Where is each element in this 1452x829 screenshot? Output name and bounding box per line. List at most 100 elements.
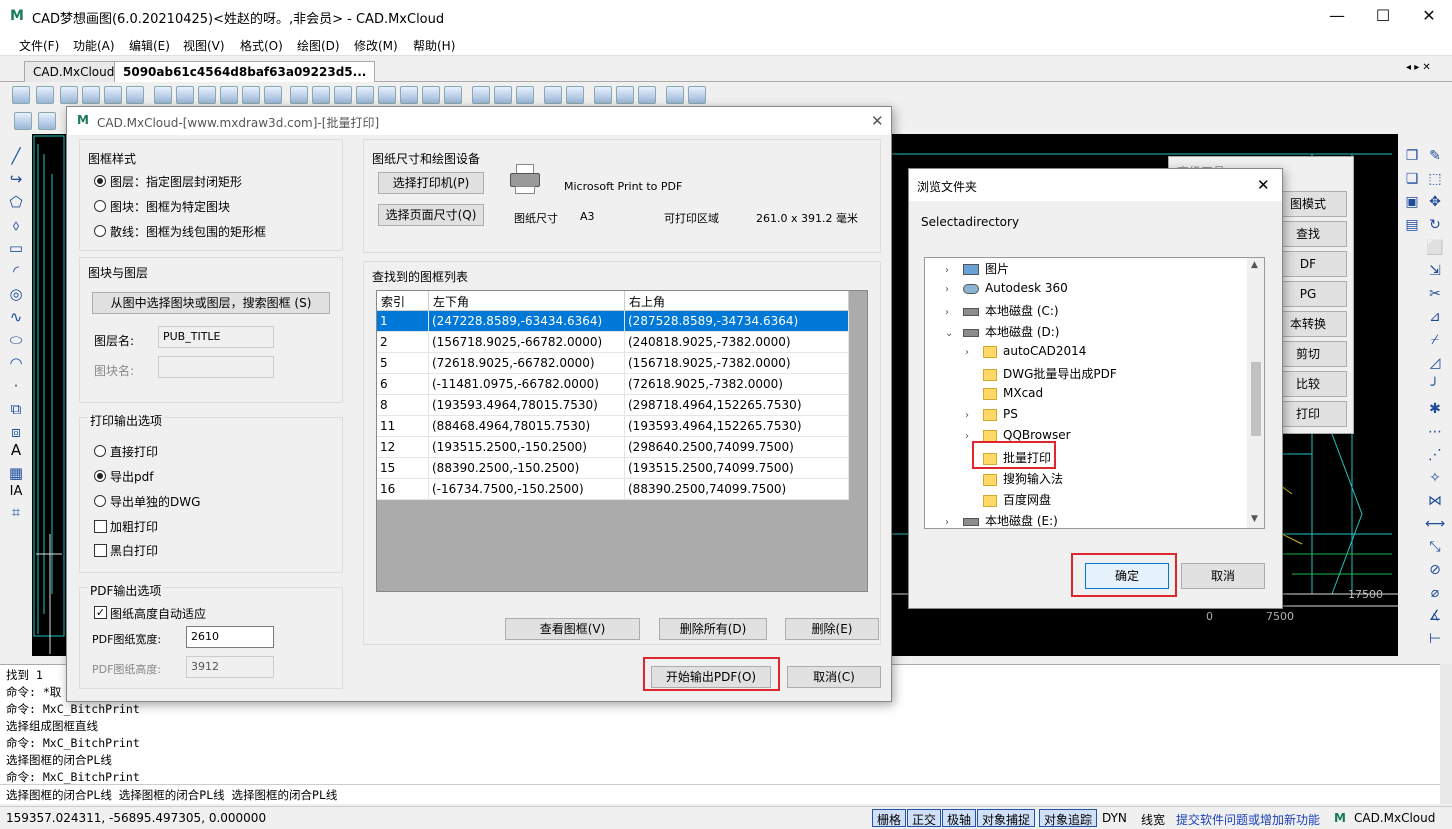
auto-height-checkbox[interactable]: ✓ — [94, 606, 107, 619]
radio-lines[interactable] — [94, 225, 106, 237]
earth-icon[interactable] — [638, 86, 656, 104]
grid-toggle[interactable]: 栅格 — [872, 809, 907, 827]
table-row[interactable]: 12 (193515.2500,-150.2500) (298640.2500,74… — [377, 437, 849, 458]
otrack-toggle[interactable]: 对象追踪 — [1039, 809, 1098, 827]
match-icon[interactable] — [516, 86, 534, 104]
expand-icon[interactable]: › — [945, 265, 957, 276]
layer-name-field[interactable]: PUB_TITLE — [158, 326, 274, 348]
chamfer-icon[interactable]: ◿ — [1425, 353, 1445, 373]
move-icon[interactable]: ✥ — [1425, 192, 1445, 212]
pdf-width-field[interactable]: 2610 — [186, 626, 274, 648]
layer-icon[interactable] — [422, 86, 440, 104]
orbit-icon[interactable] — [334, 86, 352, 104]
delete-button[interactable]: 删除(E) — [785, 618, 879, 640]
copy-icon[interactable]: ❐ — [1402, 146, 1422, 166]
radio-direct-print[interactable] — [94, 445, 106, 457]
expand-icon[interactable]: › — [945, 307, 957, 318]
dialog-close-icon[interactable]: ✕ — [871, 112, 884, 130]
table-row[interactable]: 1 (247228.8589,-63434.6364) (287528.8589,-… — [377, 311, 849, 332]
layer-copy-icon[interactable]: ▤ — [1402, 215, 1422, 235]
zoom-out-icon[interactable] — [198, 86, 216, 104]
layer-state-icon[interactable] — [38, 112, 56, 130]
array-icon[interactable]: ▣ — [1402, 192, 1422, 212]
dim-linear-icon[interactable]: ⟷ — [1425, 514, 1445, 534]
expand-icon[interactable]: › — [965, 410, 977, 421]
tree-node[interactable]: DWG批量导出成PDF — [965, 365, 1117, 385]
open-file-icon[interactable] — [36, 86, 54, 104]
cancel-button[interactable]: 取消(C) — [787, 666, 881, 688]
stretch-icon[interactable]: ⇲ — [1425, 261, 1445, 281]
scroll-up-icon[interactable]: ▲ — [1251, 260, 1258, 270]
table-row[interactable]: 5 (72618.9025,-66782.0000) (156718.9025,-7… — [377, 353, 849, 374]
menu-edit[interactable]: 编辑(E) — [129, 37, 170, 54]
export-image-icon[interactable] — [472, 86, 490, 104]
radio-layer[interactable] — [94, 175, 106, 187]
pick-frame-button[interactable]: 从图中选择图块或图层，搜索图框 (S) — [92, 292, 330, 314]
spline-icon[interactable]: ∿ — [6, 307, 26, 327]
table-row[interactable]: 2 (156718.9025,-66782.0000) (240818.9025,-… — [377, 332, 849, 353]
cancel-folder-button[interactable]: 取消 — [1181, 563, 1265, 589]
image-icon[interactable] — [688, 86, 706, 104]
brush-icon[interactable]: ✎ — [1425, 146, 1445, 166]
select-printer-button[interactable]: 选择打印机(P) — [378, 172, 484, 194]
radio-block[interactable] — [94, 200, 106, 212]
collapse-icon[interactable]: ⌄ — [945, 328, 957, 339]
make-block-icon[interactable]: ⧈ — [6, 422, 26, 442]
table-icon[interactable]: ▦ — [6, 463, 26, 483]
extend-icon[interactable]: ⊿ — [1425, 307, 1445, 327]
tree-scrollbar[interactable]: ▲ ▼ — [1247, 258, 1264, 528]
properties-icon[interactable] — [494, 86, 512, 104]
column-header[interactable]: 右上角 — [625, 291, 849, 311]
table-row[interactable]: 8 (193593.4964,78015.7530) (298718.4964,15… — [377, 395, 849, 416]
explode-block-icon[interactable]: ✧ — [1425, 468, 1445, 488]
arc-icon[interactable]: ◜ — [6, 261, 26, 281]
table-row[interactable]: 6 (-11481.0975,-66782.0000) (72618.9025,-7… — [377, 374, 849, 395]
scroll-down-icon[interactable]: ▼ — [1251, 514, 1258, 524]
layers-icon[interactable] — [14, 112, 32, 130]
menu-help[interactable]: 帮助(H) — [413, 37, 455, 54]
zoom-realtime-icon[interactable] — [264, 86, 282, 104]
save-icon[interactable] — [82, 86, 100, 104]
pdf-icon[interactable] — [666, 86, 684, 104]
join-icon[interactable]: ⋈ — [1425, 491, 1445, 511]
tree-node[interactable]: › 本地磁盘 (E:) — [945, 512, 1058, 528]
frame-list-table[interactable]: 索引 左下角 右上角 1 (247228.8589,-63434.6364) (28… — [376, 290, 868, 592]
select-page-size-button[interactable]: 选择页面尺寸(Q) — [378, 204, 484, 226]
save-all-icon[interactable] — [104, 86, 122, 104]
explode-icon[interactable]: ✱ — [1425, 399, 1445, 419]
paint-icon[interactable] — [444, 86, 462, 104]
tree-node[interactable]: › PS — [965, 407, 1018, 427]
zoom-in-icon[interactable] — [176, 86, 194, 104]
expand-icon[interactable]: › — [945, 517, 957, 528]
polygon-icon[interactable]: ⬠ — [6, 192, 26, 212]
open-folder-icon[interactable] — [60, 86, 78, 104]
column-header[interactable]: 左下角 — [429, 291, 625, 311]
delete-all-button[interactable]: 删除所有(D) — [659, 618, 767, 640]
shape-icon[interactable]: ⬨ — [6, 215, 26, 235]
block-name-field[interactable] — [158, 356, 274, 378]
toolpalette-icon[interactable] — [594, 86, 612, 104]
zoom-previous-icon[interactable] — [290, 86, 308, 104]
radio-export-pdf[interactable] — [94, 470, 106, 482]
tree-node[interactable]: 百度网盘 — [965, 491, 1051, 511]
print-preview-icon[interactable] — [126, 86, 144, 104]
column-header[interactable]: 索引 — [377, 291, 429, 311]
bold-print-checkbox[interactable] — [94, 520, 107, 533]
folder-tree[interactable]: › 图片 › Autodesk 360 › 本地磁盘 (C:) ⌄ 本地磁盘 (D:) › aut… — [924, 257, 1265, 529]
osnap-toggle[interactable]: 对象捕捉 — [977, 809, 1036, 827]
tree-node[interactable]: 搜狗输入法 — [965, 470, 1063, 490]
dim-baseline-icon[interactable]: ⊢ — [1425, 629, 1445, 649]
pdf-height-field[interactable]: 3912 — [186, 656, 274, 678]
render-icon[interactable] — [616, 86, 634, 104]
menu-format[interactable]: 格式(O) — [240, 37, 283, 54]
undo-icon[interactable] — [544, 86, 562, 104]
tab-drawing[interactable]: 5090ab61c4564d8baf63a09223d5... — [114, 61, 376, 82]
bw-print-checkbox[interactable] — [94, 544, 107, 557]
tree-node[interactable]: › 图片 — [945, 260, 1009, 280]
tree-node[interactable]: › autoCAD2014 — [965, 344, 1086, 364]
menu-function[interactable]: 功能(A) — [73, 37, 115, 54]
polar-toggle[interactable]: 极轴 — [942, 809, 977, 827]
ellipse-icon[interactable]: ⬭ — [6, 330, 26, 350]
zoom-all-icon[interactable] — [312, 86, 330, 104]
tab-nav-controls[interactable]: ◂ ▸ ✕ — [1406, 62, 1431, 73]
